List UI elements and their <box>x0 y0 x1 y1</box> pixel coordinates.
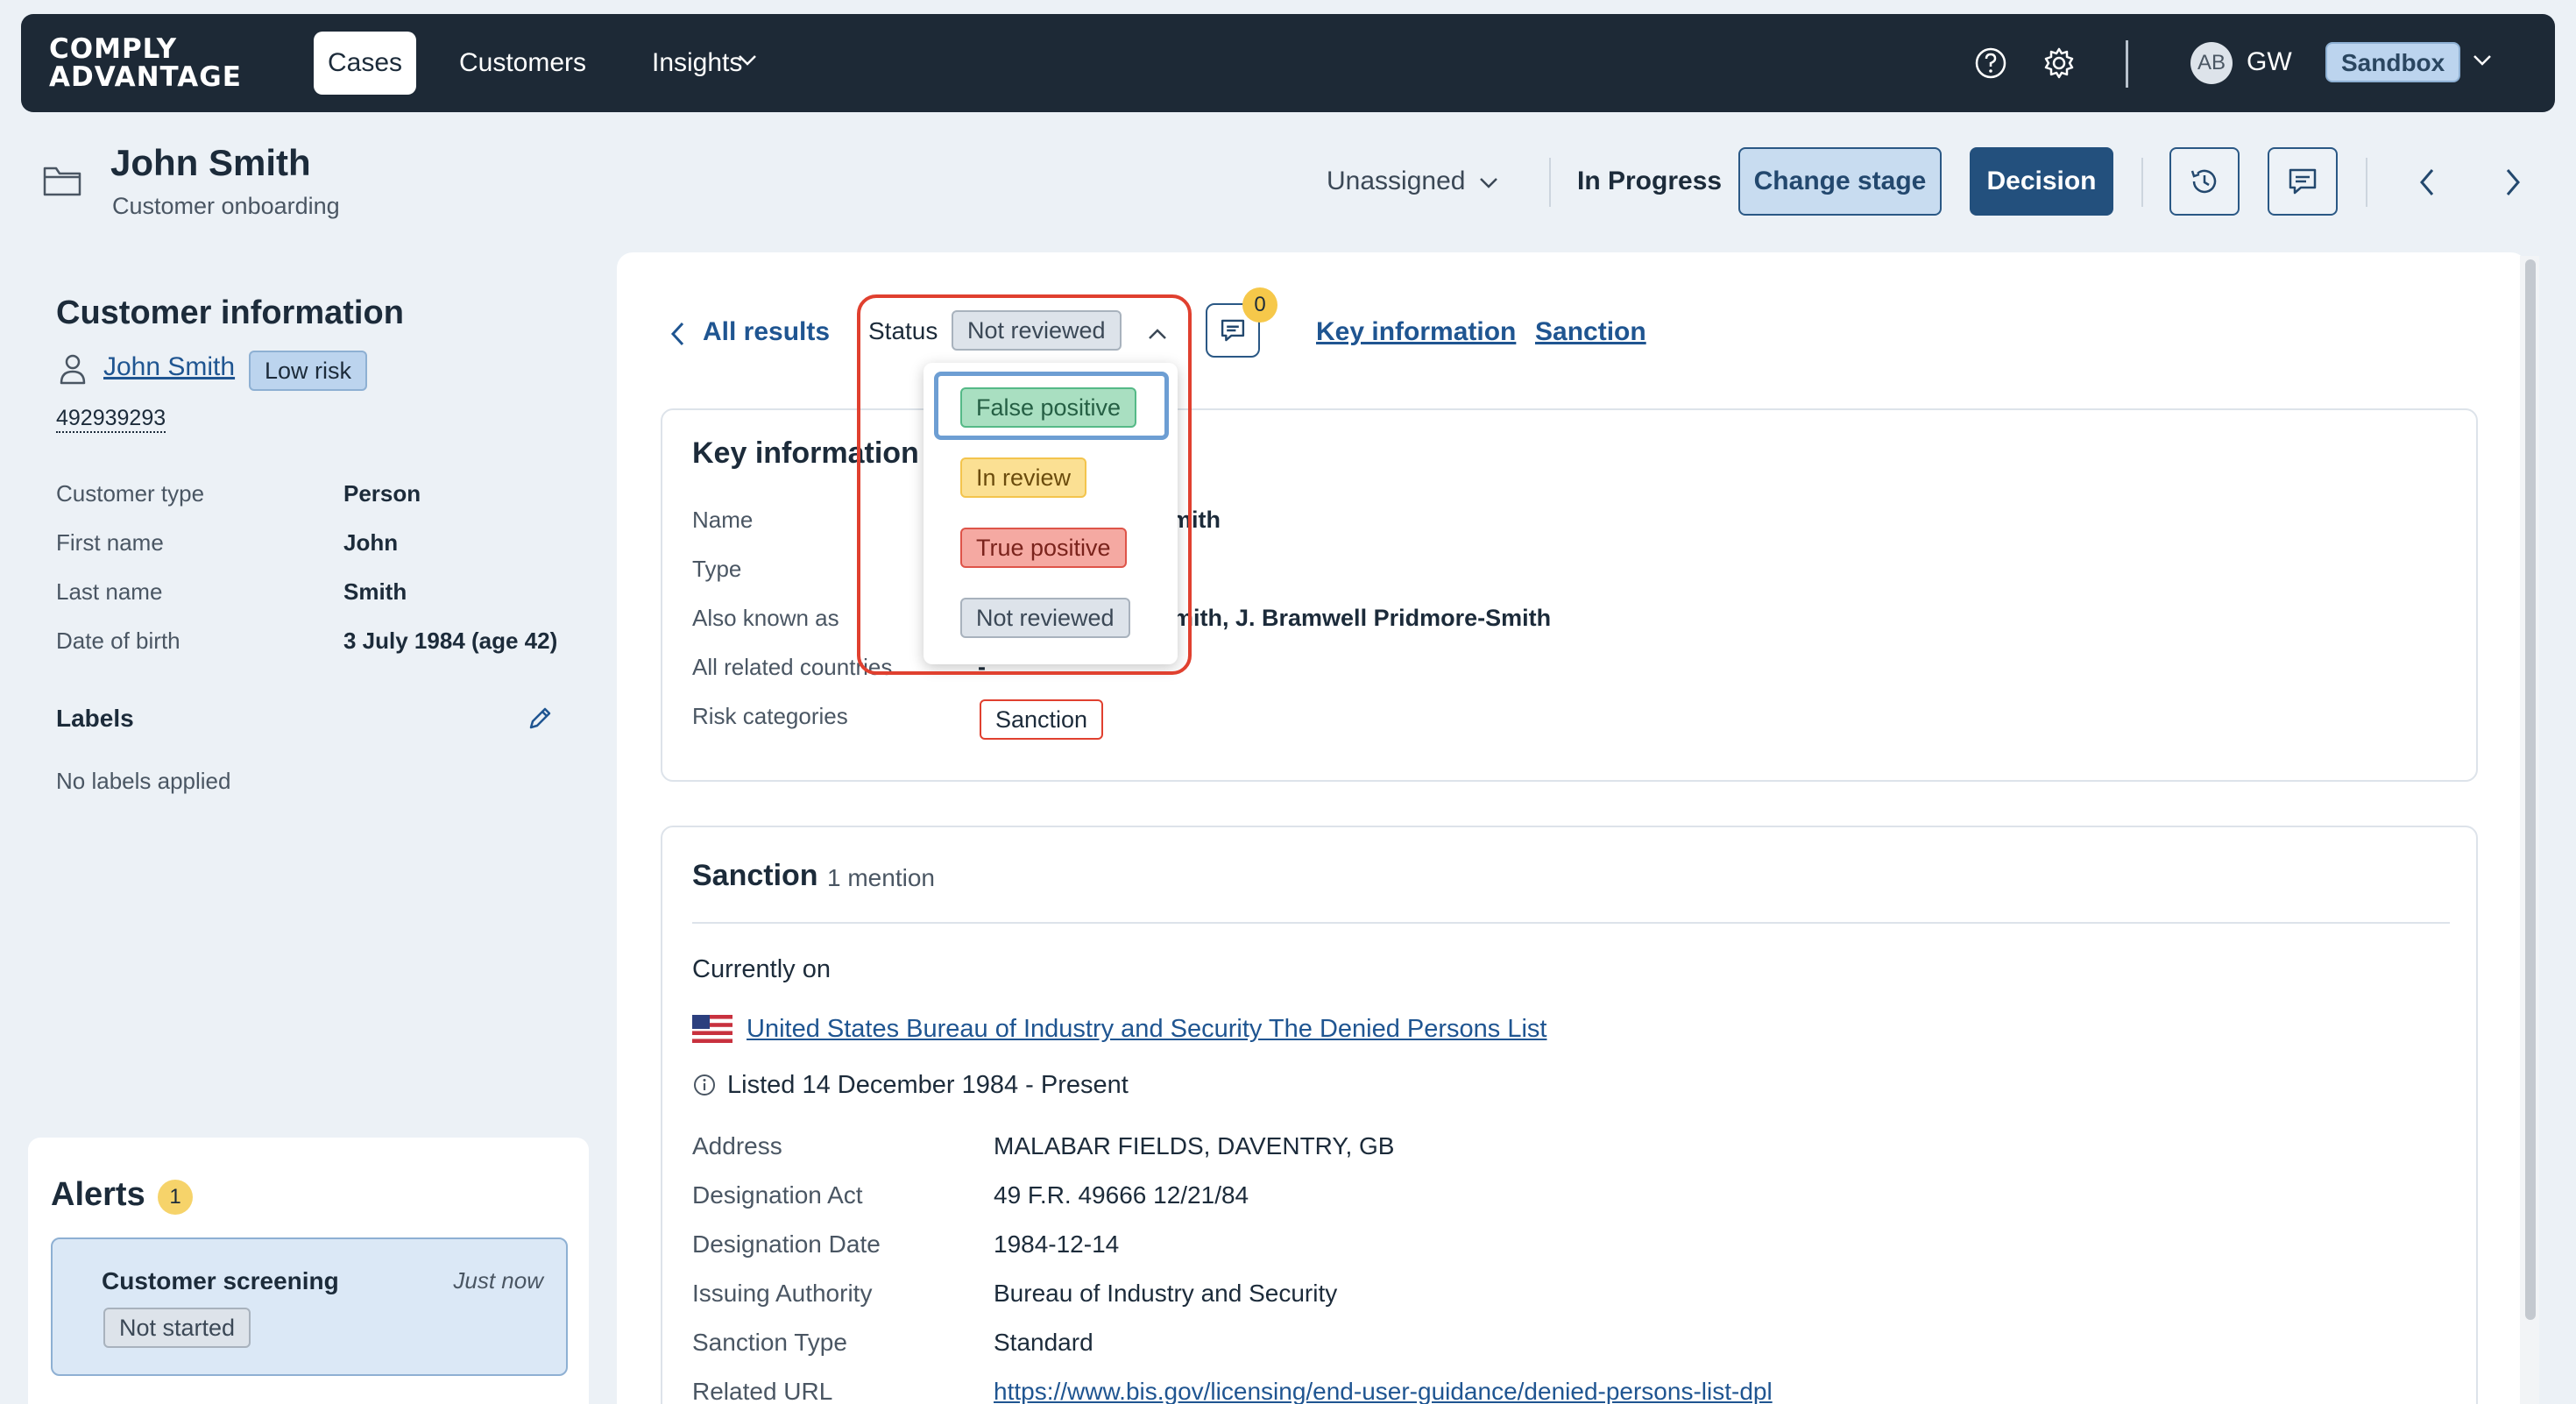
avatar[interactable]: AB <box>2190 42 2233 84</box>
alert-card[interactable]: Customer screening Just now Not started <box>51 1237 568 1376</box>
labels-title: Labels <box>56 705 134 732</box>
name-label: Name <box>692 507 754 533</box>
comment-count-badge: 0 <box>1242 287 1277 323</box>
sanction-title: Sanction <box>692 859 818 892</box>
issuing-authority-label: Issuing Authority <box>692 1280 873 1307</box>
alerts-title: Alerts <box>51 1176 145 1213</box>
logo-line-2: ADVANTAGE <box>49 61 242 93</box>
alert-status-badge: Not started <box>103 1308 251 1348</box>
status-option-true-positive[interactable]: True positive <box>960 528 1127 568</box>
alerts-panel: Alerts 1 Customer screening Just now Not… <box>28 1138 589 1404</box>
edit-pencil-icon[interactable] <box>526 705 554 733</box>
key-information-title: Key information <box>692 436 919 470</box>
designation-act-label: Designation Act <box>692 1181 863 1209</box>
nav-customers[interactable]: Customers <box>445 32 600 95</box>
first-name-value: John <box>343 529 399 556</box>
chevron-down-icon[interactable] <box>736 49 759 72</box>
type-label: Type <box>692 556 742 582</box>
designation-date-label: Designation Date <box>692 1230 881 1258</box>
related-url-label: Related URL <box>692 1378 833 1404</box>
assignee-select[interactable]: Unassigned <box>1327 167 1465 196</box>
sanction-type-value: Standard <box>994 1329 1093 1356</box>
account-chevron-down-icon[interactable] <box>2471 49 2494 72</box>
status-option-false-positive[interactable]: False positive <box>960 387 1137 428</box>
previous-chevron-icon[interactable] <box>2415 165 2441 200</box>
alerts-count-badge: 1 <box>158 1180 193 1215</box>
issuing-authority-value: Bureau of Industry and Security <box>994 1280 1338 1307</box>
stage-label: In Progress <box>1577 167 1723 195</box>
address-label: Address <box>692 1132 782 1159</box>
related-countries-label: All related countries <box>692 654 893 680</box>
risk-badge: Low risk <box>249 351 368 391</box>
designation-act-value: 49 F.R. 49666 12/21/84 <box>994 1181 1249 1209</box>
customer-information-title: Customer information <box>56 294 404 331</box>
change-stage-button[interactable]: Change stage <box>1738 147 1942 216</box>
history-button[interactable] <box>2169 147 2240 216</box>
date-of-birth-label: Date of birth <box>56 628 180 654</box>
date-of-birth-value: 3 July 1984 (age 42) <box>343 628 558 654</box>
logo[interactable]: COMPLY ADVANTAGE <box>49 35 242 91</box>
comment-icon <box>1221 319 1245 342</box>
name-value: mith <box>1171 507 1221 533</box>
history-icon <box>2190 169 2217 194</box>
also-known-as-value: mith, J. Bramwell Pridmore-Smith <box>1172 605 1552 631</box>
related-url-link[interactable]: https://www.bis.gov/licensing/end-user-g… <box>994 1378 1773 1404</box>
risk-category-sanction-tag: Sanction <box>980 699 1104 740</box>
first-name-label: First name <box>56 529 164 556</box>
customer-type-value: Person <box>343 480 421 507</box>
info-icon <box>694 1074 715 1096</box>
status-label: Status <box>868 317 938 344</box>
key-information-anchor[interactable]: Key information <box>1316 317 1516 347</box>
last-name-label: Last name <box>56 578 163 605</box>
risk-categories-label: Risk categories <box>692 703 848 729</box>
decision-button[interactable]: Decision <box>1970 147 2113 216</box>
chevron-up-icon[interactable] <box>1146 323 1169 345</box>
address-value: MALABAR FIELDS, DAVENTRY, GB <box>994 1132 1395 1159</box>
nav-divider <box>2126 40 2128 88</box>
status-option-not-reviewed[interactable]: Not reviewed <box>960 598 1130 638</box>
designation-date-value: 1984-12-14 <box>994 1230 1120 1258</box>
top-navigation: COMPLY ADVANTAGE Cases Customers Insight… <box>21 14 2555 112</box>
nav-cases[interactable]: Cases <box>314 32 417 95</box>
status-dropdown-menu: False positive In review True positive N… <box>924 363 1178 664</box>
environment-badge: Sandbox <box>2325 42 2461 82</box>
header-divider <box>1549 158 1551 207</box>
sanction-type-label: Sanction Type <box>692 1329 847 1356</box>
comment-icon <box>2289 168 2317 195</box>
case-title: John Smith <box>110 142 311 183</box>
header-divider <box>2366 158 2367 207</box>
case-subtitle: Customer onboarding <box>112 193 340 219</box>
alert-time: Just now <box>453 1267 543 1294</box>
alert-name: Customer screening <box>102 1267 339 1294</box>
settings-gear-icon[interactable] <box>2042 46 2077 81</box>
sanction-mention-count: 1 mention <box>827 864 935 891</box>
section-divider <box>692 922 2450 924</box>
all-results-link[interactable]: All results <box>703 317 830 347</box>
user-initials[interactable]: GW <box>2247 47 2292 77</box>
header-divider <box>2141 158 2143 207</box>
back-chevron-icon[interactable] <box>668 319 689 349</box>
folder-icon <box>43 167 81 196</box>
customer-type-label: Customer type <box>56 480 205 507</box>
customer-name-link[interactable]: John Smith <box>103 352 235 382</box>
next-chevron-icon[interactable] <box>2499 165 2525 200</box>
customer-id[interactable]: 492939293 <box>56 405 166 433</box>
logo-line-1: COMPLY <box>49 33 178 65</box>
person-icon <box>60 354 86 385</box>
no-labels-text: No labels applied <box>56 768 231 794</box>
scrollbar-thumb[interactable] <box>2525 259 2536 1320</box>
currently-on-label: Currently on <box>692 955 831 983</box>
also-known-as-label: Also known as <box>692 605 839 631</box>
status-option-in-review[interactable]: In review <box>960 457 1087 498</box>
status-select[interactable]: Not reviewed <box>952 310 1122 351</box>
sanction-section: Sanction 1 mention Currently on United S… <box>661 826 2478 1404</box>
sanction-list-link[interactable]: United States Bureau of Industry and Sec… <box>747 1015 1546 1044</box>
help-icon[interactable] <box>1973 46 2008 81</box>
last-name-value: Smith <box>343 578 407 605</box>
listed-date: Listed 14 December 1984 - Present <box>727 1071 1129 1099</box>
assignee-chevron-down-icon[interactable] <box>1477 172 1500 195</box>
us-flag-icon <box>692 1015 732 1043</box>
sanction-anchor[interactable]: Sanction <box>1535 317 1646 347</box>
comments-button[interactable] <box>2268 147 2338 216</box>
